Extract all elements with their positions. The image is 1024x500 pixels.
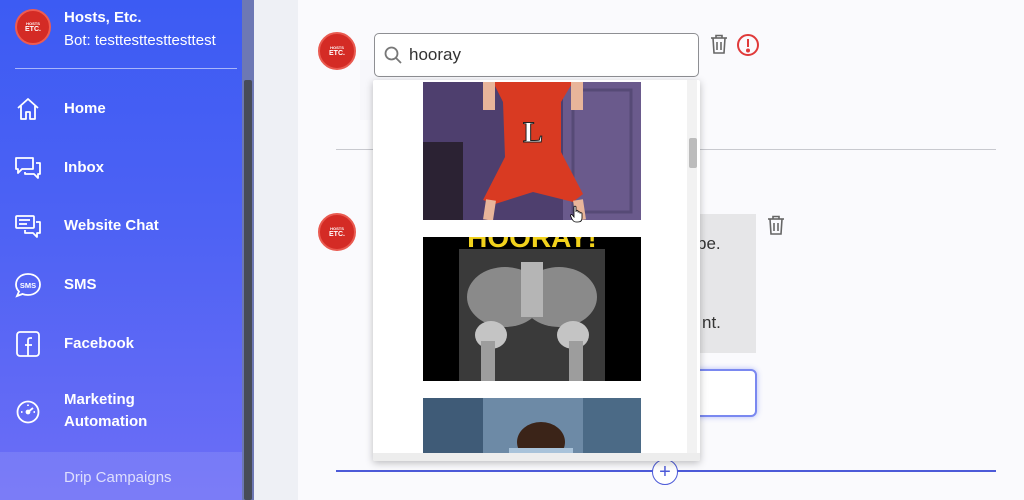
sidebar-item-marketing-automation[interactable]: Marketing Automation — [0, 373, 242, 449]
sidebar-item-website-chat[interactable]: Website Chat — [0, 197, 242, 256]
message-text-line: pe. — [697, 234, 721, 253]
bot-avatar: HOSTS ETC. — [318, 32, 356, 70]
sidebar-item-label: Facebook — [64, 334, 135, 352]
trash-icon[interactable] — [709, 33, 729, 55]
dropdown-horizontal-scrollbar[interactable] — [373, 453, 700, 461]
sidebar-nav: Home Inbox Website Chat SMS SMS Facebook… — [0, 80, 242, 449]
sidebar-item-label: Inbox — [64, 158, 104, 176]
sidebar: HOSTS ETC. Hosts, Etc. Bot: testtesttest… — [0, 0, 254, 500]
gutter — [254, 0, 298, 500]
sidebar-divider — [15, 68, 237, 69]
sidebar-item-label: Marketing Automation — [64, 390, 148, 430]
inbox-icon — [14, 154, 42, 182]
gif-result[interactable]: L — [423, 82, 641, 220]
sidebar-item-label: Website Chat — [64, 217, 159, 235]
message-text-line: nt. — [702, 313, 721, 332]
alert-icon[interactable] — [736, 33, 760, 57]
add-step-button[interactable]: + — [652, 459, 678, 485]
sidebar-item-label: SMS — [64, 276, 97, 294]
sidebar-scrollbar-thumb[interactable] — [244, 80, 252, 500]
sidebar-item-sms[interactable]: SMS SMS — [0, 256, 242, 315]
sidebar-item-home[interactable]: Home — [0, 80, 242, 139]
bot-name: Bot: testtesttesttesttest — [64, 32, 216, 49]
facebook-icon — [14, 330, 42, 358]
brand-name: Hosts, Etc. — [64, 9, 142, 26]
trash-icon[interactable] — [766, 214, 786, 236]
gif-caption: HOORAY! — [467, 237, 597, 253]
sms-icon: SMS — [14, 271, 42, 299]
gif-caption: L — [523, 116, 543, 149]
search-value: hooray — [409, 45, 461, 64]
website-chat-icon — [14, 212, 42, 240]
gauge-icon — [14, 397, 42, 425]
gif-results-dropdown[interactable]: L HOORAY! — [373, 80, 700, 461]
dropdown-scrollbar-thumb[interactable] — [689, 138, 697, 168]
gif-search-input[interactable]: hooray — [374, 33, 699, 77]
svg-text:SMS: SMS — [20, 281, 36, 290]
gif-result[interactable] — [423, 398, 641, 455]
search-icon — [384, 46, 402, 64]
sidebar-subitem-drip-campaigns[interactable]: Drip Campaigns — [0, 452, 242, 500]
home-icon — [14, 95, 42, 123]
sidebar-item-facebook[interactable]: Facebook — [0, 314, 242, 373]
bot-avatar: HOSTS ETC. — [318, 213, 356, 251]
sidebar-item-label: Home — [64, 100, 106, 118]
brand-logo: HOSTS ETC. — [15, 9, 51, 45]
sidebar-item-inbox[interactable]: Inbox — [0, 139, 242, 198]
hand-cursor-icon — [570, 205, 583, 223]
brand-header[interactable]: HOSTS ETC. Hosts, Etc. Bot: testtesttest… — [15, 9, 216, 52]
gif-result[interactable]: HOORAY! — [423, 237, 641, 381]
